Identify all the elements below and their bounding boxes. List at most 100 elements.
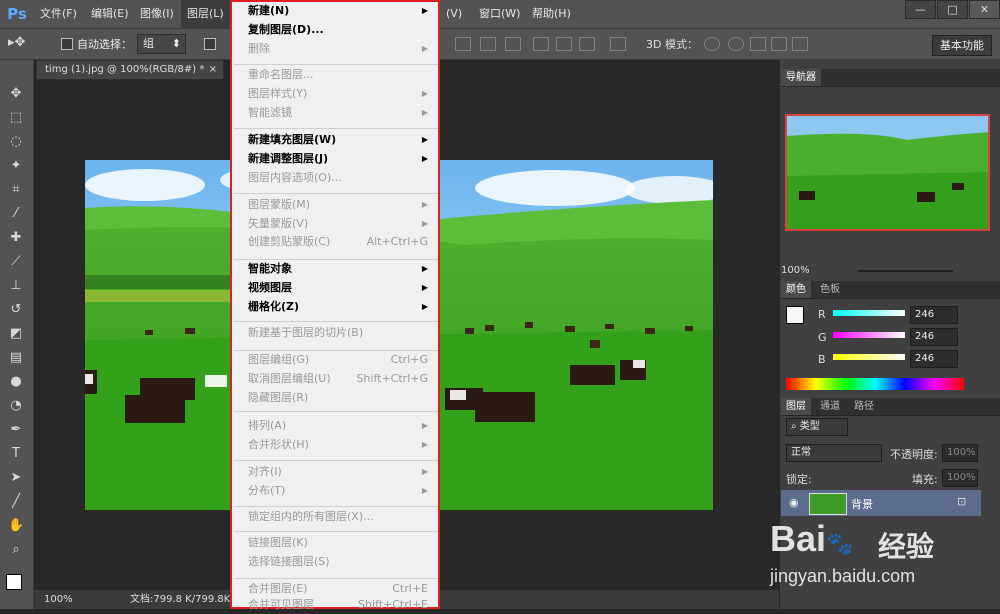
layer-menu-item[interactable]: 智能对象 ▶ bbox=[248, 260, 428, 278]
minimize-button[interactable]: — bbox=[905, 0, 936, 19]
layer-menu-item[interactable]: 图层编组(G) Ctrl+G bbox=[248, 351, 428, 369]
layer-menu-item[interactable]: 分布(T) ▶ bbox=[248, 482, 428, 500]
auto-select-checkbox[interactable] bbox=[61, 38, 73, 50]
blend-mode-dropdown[interactable]: 正常 bbox=[786, 444, 882, 462]
foreground-color-swatch[interactable] bbox=[6, 574, 22, 590]
layer-menu-item[interactable]: 矢量蒙版(V) ▶ bbox=[248, 215, 428, 233]
eyedropper-tool-icon[interactable]: ⁄ bbox=[8, 206, 24, 222]
eraser-tool-icon[interactable]: ◩ bbox=[8, 326, 24, 342]
layer-menu-item[interactable]: 重命名图层... bbox=[248, 66, 428, 84]
align-hcenter-icon[interactable] bbox=[556, 37, 572, 51]
zoom-level[interactable]: 100% bbox=[44, 590, 73, 609]
lasso-tool-icon[interactable]: ◌ bbox=[8, 134, 24, 150]
menu-help[interactable]: 帮助(H) bbox=[532, 0, 571, 28]
hand-tool-icon[interactable]: ✋ bbox=[8, 518, 24, 534]
layer-menu-item[interactable]: 锁定组内的所有图层(X)... bbox=[248, 508, 428, 526]
layer-menu-item[interactable]: 取消图层编组(U) Shift+Ctrl+G bbox=[248, 370, 428, 388]
tab-navigator[interactable]: 导航器 bbox=[781, 69, 821, 86]
red-value-input[interactable]: 246 bbox=[910, 306, 958, 324]
layer-menu-item[interactable]: 图层内容选项(O)... bbox=[248, 169, 428, 187]
layer-menu-item[interactable]: 新建基于图层的切片(B) bbox=[248, 324, 428, 342]
layer-menu-item[interactable]: 选择链接图层(S) bbox=[248, 553, 428, 571]
auto-align-icon[interactable] bbox=[610, 37, 626, 51]
magic-wand-tool-icon[interactable]: ✦ bbox=[8, 158, 24, 174]
layer-menu-item[interactable]: 新建(N) ▶ bbox=[248, 2, 428, 20]
green-slider[interactable] bbox=[833, 332, 905, 338]
3d-slide-icon[interactable] bbox=[771, 37, 787, 51]
tab-color[interactable]: 颜色 bbox=[781, 281, 811, 298]
tab-channels[interactable]: 通道 bbox=[815, 398, 845, 415]
clone-stamp-tool-icon[interactable]: ⊥ bbox=[8, 278, 24, 294]
3d-rotate-icon[interactable] bbox=[704, 37, 720, 51]
align-bottom-icon[interactable] bbox=[505, 37, 521, 51]
layer-menu-item-label: 图层样式(Y) bbox=[248, 87, 308, 100]
color-foreground-swatch[interactable] bbox=[786, 306, 804, 324]
layer-menu-item[interactable]: 新建调整图层(J) ▶ bbox=[248, 150, 428, 168]
menu-layer[interactable]: 图层(L) bbox=[181, 0, 230, 28]
navigator-preview[interactable] bbox=[785, 114, 990, 231]
close-icon[interactable]: × bbox=[209, 61, 217, 79]
menu-view[interactable]: (V) bbox=[446, 0, 462, 28]
type-tool-icon[interactable]: T bbox=[8, 446, 24, 462]
menu-window[interactable]: 窗口(W) bbox=[479, 0, 520, 28]
move-tool-icon[interactable]: ✥ bbox=[8, 86, 24, 102]
tab-layers[interactable]: 图层 bbox=[781, 398, 811, 415]
align-right-icon[interactable] bbox=[579, 37, 595, 51]
layer-menu-item[interactable]: 链接图层(K) bbox=[248, 534, 428, 552]
align-left-icon[interactable] bbox=[533, 37, 549, 51]
dodge-tool-icon[interactable]: ◔ bbox=[8, 398, 24, 414]
blur-tool-icon[interactable]: ● bbox=[8, 374, 24, 390]
close-button[interactable]: ✕ bbox=[969, 0, 1000, 19]
line-tool-icon[interactable]: ╱ bbox=[8, 494, 24, 510]
layer-menu-item[interactable]: 合并形状(H) ▶ bbox=[248, 436, 428, 454]
3d-scale-icon[interactable] bbox=[792, 37, 808, 51]
layer-menu-item[interactable]: 隐藏图层(R) bbox=[248, 389, 428, 407]
layer-menu-item[interactable]: 排列(A) ▶ bbox=[248, 417, 428, 435]
fill-input[interactable]: 100% bbox=[942, 469, 978, 487]
align-vcenter-icon[interactable] bbox=[480, 37, 496, 51]
layer-menu-item[interactable]: 栅格化(Z) ▶ bbox=[248, 298, 428, 316]
layer-menu-item[interactable]: 视频图层 ▶ bbox=[248, 279, 428, 297]
marquee-tool-icon[interactable]: ⬚ bbox=[8, 110, 24, 126]
move-tool-icon[interactable]: ▸✥ bbox=[8, 35, 25, 50]
healing-brush-tool-icon[interactable]: ✚ bbox=[8, 230, 24, 246]
workspace-button[interactable]: 基本功能 bbox=[932, 35, 992, 56]
blue-slider[interactable] bbox=[833, 354, 905, 360]
pen-tool-icon[interactable]: ✒ bbox=[8, 422, 24, 438]
document-tab[interactable]: timg (1).jpg @ 100%(RGB/8#) * × bbox=[36, 60, 224, 80]
layer-menu-item[interactable]: 图层蒙版(M) ▶ bbox=[248, 196, 428, 214]
auto-select-dropdown[interactable]: 组 ⬍ bbox=[137, 34, 186, 54]
align-top-icon[interactable] bbox=[455, 37, 471, 51]
3d-pan-icon[interactable] bbox=[750, 37, 766, 51]
maximize-button[interactable]: □ bbox=[937, 0, 968, 19]
menu-edit[interactable]: 编辑(E) bbox=[91, 0, 129, 28]
navigator-zoom[interactable]: 100% bbox=[781, 265, 810, 276]
tab-swatches[interactable]: 色板 bbox=[815, 281, 845, 298]
menu-image[interactable]: 图像(I) bbox=[140, 0, 174, 28]
layer-menu-item[interactable]: 删除 ▶ bbox=[248, 40, 428, 58]
navigator-zoom-slider[interactable] bbox=[858, 270, 953, 272]
history-brush-tool-icon[interactable]: ↺ bbox=[8, 302, 24, 318]
show-transform-checkbox[interactable] bbox=[204, 38, 216, 50]
color-spectrum-bar[interactable] bbox=[786, 378, 964, 390]
menu-file[interactable]: 文件(F) bbox=[40, 0, 77, 28]
gradient-tool-icon[interactable]: ▤ bbox=[8, 350, 24, 366]
layer-menu-item[interactable]: 创建剪贴蒙版(C) Alt+Ctrl+G bbox=[248, 233, 428, 251]
blue-value-input[interactable]: 246 bbox=[910, 350, 958, 368]
crop-tool-icon[interactable]: ⌗ bbox=[8, 182, 24, 198]
tab-paths[interactable]: 路径 bbox=[849, 398, 879, 415]
brush-tool-icon[interactable]: ⟋ bbox=[8, 254, 24, 270]
layer-menu-item[interactable]: 新建填充图层(W) ▶ bbox=[248, 131, 428, 149]
layer-menu-item[interactable]: 合并可见图层 Shift+Ctrl+E bbox=[248, 596, 428, 614]
path-selection-tool-icon[interactable]: ➤ bbox=[8, 470, 24, 486]
layer-menu-item[interactable]: 对齐(I) ▶ bbox=[248, 463, 428, 481]
layer-filter-dropdown[interactable]: ⌕ 类型 bbox=[786, 418, 848, 436]
red-slider[interactable] bbox=[833, 310, 905, 316]
zoom-tool-icon[interactable]: ⌕ bbox=[8, 542, 24, 558]
opacity-input[interactable]: 100% bbox=[942, 444, 978, 462]
3d-roll-icon[interactable] bbox=[728, 37, 744, 51]
layer-menu-item[interactable]: 复制图层(D)... bbox=[248, 21, 428, 39]
layer-menu-item[interactable]: 图层样式(Y) ▶ bbox=[248, 85, 428, 103]
green-value-input[interactable]: 246 bbox=[910, 328, 958, 346]
layer-menu-item[interactable]: 智能滤镜 ▶ bbox=[248, 104, 428, 122]
